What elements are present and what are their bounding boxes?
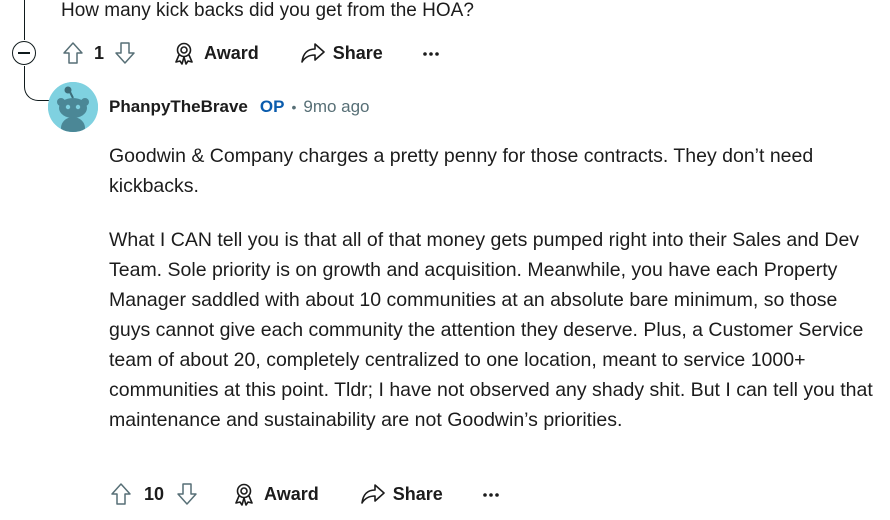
upvote-icon[interactable] xyxy=(108,480,134,508)
thread-line xyxy=(24,0,25,40)
share-label: Share xyxy=(392,483,443,504)
award-icon xyxy=(232,482,256,506)
comment-paragraph: Goodwin & Company charges a pretty penny… xyxy=(109,145,814,197)
more-dots-icon xyxy=(422,44,440,62)
downvote-icon[interactable] xyxy=(112,39,138,67)
collapse-icon[interactable] xyxy=(12,41,36,65)
author-name[interactable]: PhanpyTheBrave xyxy=(109,95,248,119)
vote-count: 10 xyxy=(144,483,165,504)
award-label: Award xyxy=(264,483,319,504)
avatar[interactable] xyxy=(48,82,98,132)
comment-meta: PhanpyTheBrave OP • 9mo ago xyxy=(109,95,370,119)
award-icon xyxy=(172,41,196,65)
timestamp[interactable]: 9mo ago xyxy=(303,95,369,119)
share-icon xyxy=(360,483,385,505)
more-options-button[interactable] xyxy=(417,43,445,63)
comment-paragraph: What I CAN tell you is that all of that … xyxy=(109,229,873,431)
downvote-icon[interactable] xyxy=(174,480,200,508)
op-badge: OP xyxy=(259,97,285,116)
more-options-button[interactable] xyxy=(477,484,505,504)
comment-body: Goodwin & Company charges a pretty penny… xyxy=(109,141,879,459)
parent-action-bar: 1 Award Share xyxy=(60,38,445,68)
parent-comment-text: How many kick backs did you get from the… xyxy=(61,0,474,21)
separator-dot: • xyxy=(291,99,297,115)
share-icon xyxy=(300,42,325,64)
share-label: Share xyxy=(332,42,383,63)
award-button[interactable]: Award xyxy=(172,41,259,65)
award-button[interactable]: Award xyxy=(232,482,319,506)
comment-thread: How many kick backs did you get from the… xyxy=(0,0,890,520)
vote-count: 1 xyxy=(94,42,105,63)
share-button[interactable]: Share xyxy=(300,42,383,64)
award-label: Award xyxy=(204,42,259,63)
more-dots-icon xyxy=(482,485,500,503)
share-button[interactable]: Share xyxy=(360,483,443,505)
reply-action-bar: 10 Award Share xyxy=(108,479,505,509)
thread-connector xyxy=(24,66,51,101)
upvote-icon[interactable] xyxy=(60,39,86,67)
snoo-avatar-icon xyxy=(48,82,98,132)
